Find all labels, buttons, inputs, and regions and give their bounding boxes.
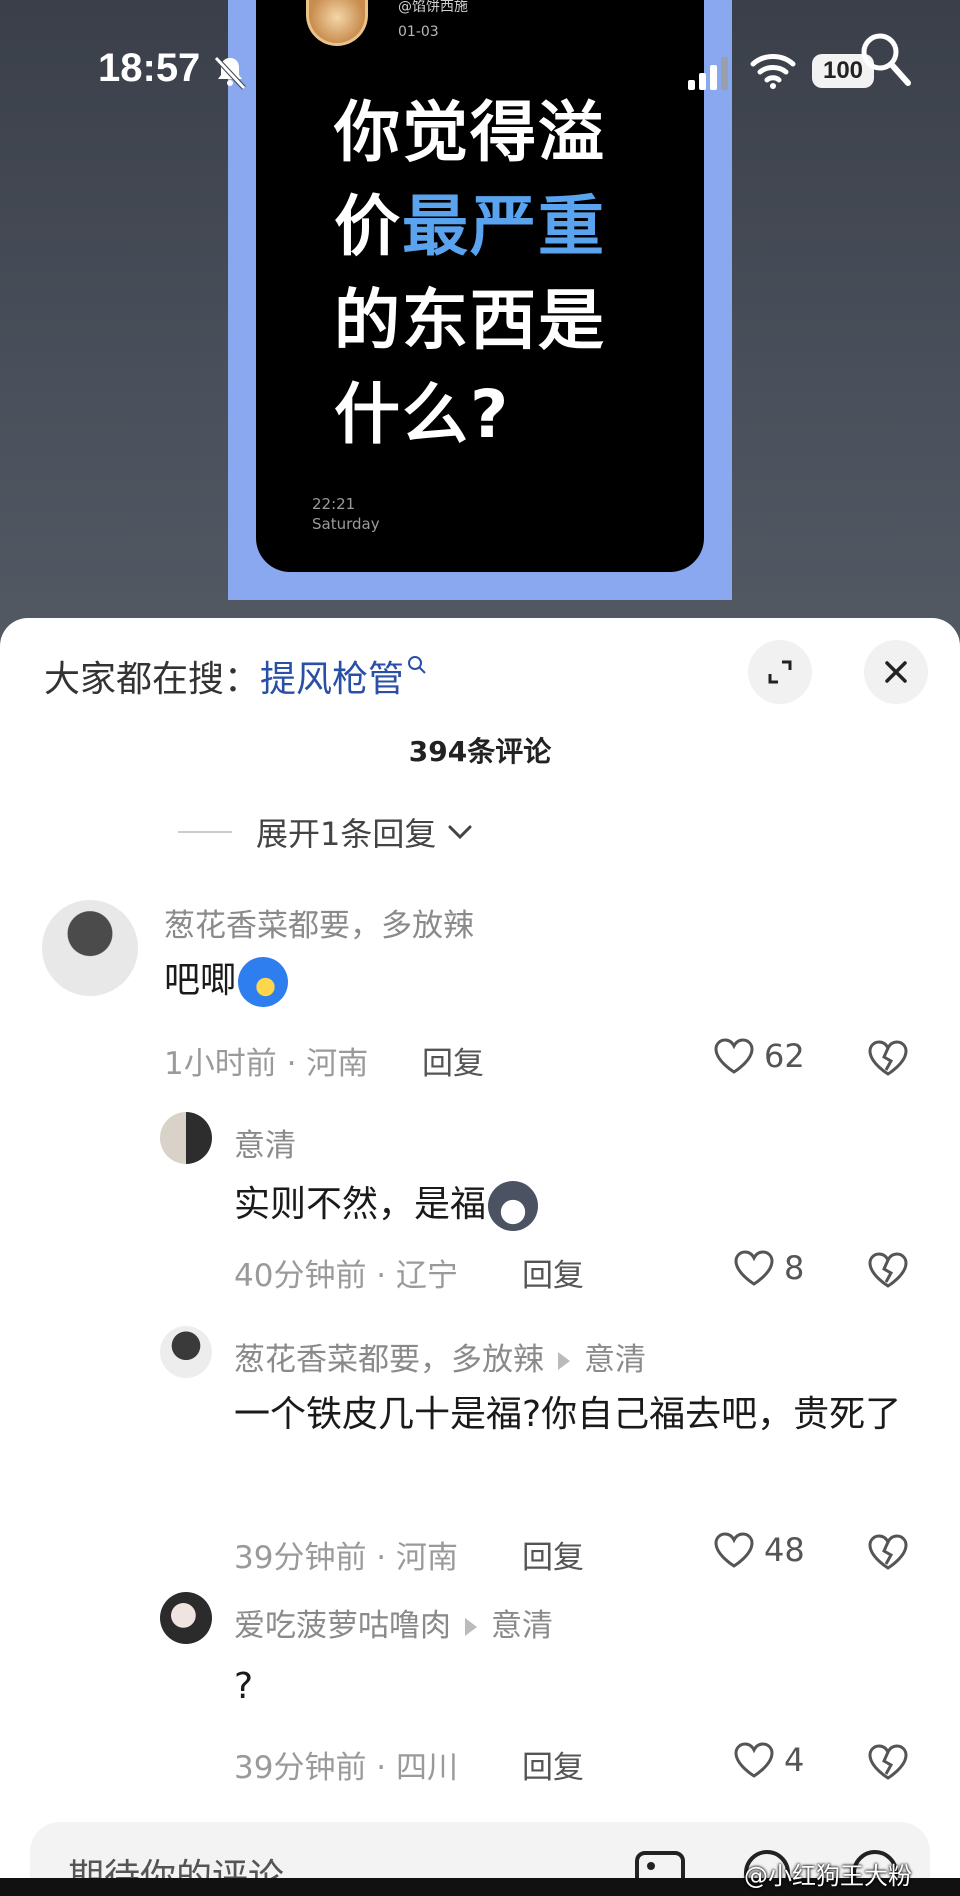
comment-text: ?	[234, 1666, 254, 1707]
comment-time: 39分钟前	[234, 1540, 367, 1576]
broken-heart-icon[interactable]	[866, 1742, 910, 1782]
chevron-down-icon	[448, 825, 472, 840]
comment-region: 河南	[306, 1046, 369, 1082]
like-button[interactable]: 4	[732, 1740, 804, 1780]
avatar[interactable]	[160, 1326, 212, 1378]
hot-search[interactable]: 大家都在搜：提风枪管	[44, 650, 428, 702]
status-time: 18:57	[98, 46, 201, 90]
comment-region: 四川	[396, 1750, 459, 1786]
like-count: 4	[784, 1741, 805, 1779]
close-button[interactable]	[864, 640, 928, 704]
divider	[178, 831, 232, 833]
avatar[interactable]	[160, 1592, 212, 1644]
expand-icon	[768, 660, 792, 684]
bell-muted-icon	[214, 56, 246, 90]
comment-text-body: 吧唧	[164, 960, 237, 1001]
comment-meta: 1小时前 · 河南	[164, 1046, 369, 1082]
poster-clock-time: 22:21	[312, 495, 356, 513]
comment-time: 1小时前	[164, 1046, 277, 1082]
reply-button[interactable]: 回复	[522, 1250, 584, 1295]
reply-arrow-icon	[558, 1351, 570, 1370]
expand-replies-button[interactable]: 展开1条回复	[178, 802, 474, 862]
comment-meta: 40分钟前 · 辽宁	[234, 1258, 459, 1294]
hot-search-term[interactable]: 提风枪管	[260, 659, 404, 700]
comment-author[interactable]: 爱吃菠萝咕噜肉	[234, 1608, 451, 1644]
wolf-emoji-icon	[488, 1181, 539, 1231]
poster-title-line-2-a: 价	[334, 188, 402, 265]
reply-item: 爱吃菠萝咕噜肉 意清 ? 39分钟前 · 四川 回复 4	[0, 1592, 960, 1792]
comment-time: 40分钟前	[234, 1258, 367, 1294]
reply-button[interactable]: 回复	[522, 1742, 584, 1787]
comment-count: 394条评论	[408, 735, 552, 768]
watermark: @小红狗王大粉	[744, 1862, 912, 1890]
poster-title-line-3: 的东西是	[334, 282, 606, 359]
blue-face-emoji-icon	[238, 957, 289, 1007]
hot-search-prefix: 大家都在搜：	[44, 659, 261, 700]
comment-author-line: 葱花香菜都要，多放辣 意清	[234, 1334, 646, 1379]
video-area[interactable]: @馅饼西施 01-03 你觉得溢 价最严重 的东西是 什么? 22:21 Sat…	[0, 0, 960, 640]
comment-author[interactable]: 意清	[234, 1120, 296, 1165]
expand-replies-label: 展开1条回复	[256, 815, 437, 853]
comment-author-line: 爱吃菠萝咕噜肉 意清	[234, 1600, 553, 1645]
reply-to-name[interactable]: 意清	[584, 1342, 646, 1378]
reply-arrow-icon	[465, 1617, 477, 1636]
comment-sheet: 大家都在搜：提风枪管 394条评论 展开1条回复 葱花香菜都要，多放辣 吧唧 1…	[0, 618, 960, 1896]
comment-region: 辽宁	[396, 1258, 459, 1294]
search-icon	[408, 656, 426, 674]
comment-author[interactable]: 葱花香菜都要，多放辣	[164, 900, 474, 945]
heart-icon	[714, 1038, 754, 1074]
poster-clock-day: Saturday	[312, 515, 380, 533]
heart-icon	[714, 1532, 754, 1568]
comment-region: 河南	[396, 1540, 459, 1576]
avatar[interactable]	[160, 1112, 212, 1164]
search-icon[interactable]	[856, 28, 912, 88]
comment-item: 葱花香菜都要，多放辣 吧唧 1小时前 · 河南 回复 62	[0, 900, 960, 1090]
comment-text: 实则不然，是福	[234, 1176, 539, 1234]
broken-heart-icon[interactable]	[866, 1038, 910, 1078]
poster-title-highlight: 最严重	[402, 188, 606, 265]
comment-author[interactable]: 葱花香菜都要，多放辣	[234, 1342, 544, 1378]
reply-item: 葱花香菜都要，多放辣 意清 一个铁皮几十是福?你自己福去吧，贵死了 39分钟前 ·…	[0, 1326, 960, 1586]
broken-heart-icon[interactable]	[866, 1532, 910, 1572]
heart-icon	[734, 1250, 774, 1286]
poster-clock: 22:21 Saturday	[312, 494, 380, 534]
heart-icon	[734, 1742, 774, 1778]
reply-to-name[interactable]: 意清	[491, 1608, 553, 1644]
comment-meta: 39分钟前 · 河南	[234, 1540, 459, 1576]
like-button[interactable]: 48	[712, 1530, 805, 1570]
status-bar: 18:57 100	[0, 0, 960, 140]
like-count: 8	[784, 1249, 805, 1287]
poster-title-line-2: 价最严重	[334, 180, 654, 274]
comment-time: 39分钟前	[234, 1750, 367, 1786]
reply-button[interactable]: 回复	[522, 1532, 584, 1577]
signal-icon	[688, 57, 728, 90]
comment-text-body: 实则不然，是福	[234, 1184, 487, 1225]
like-button[interactable]: 8	[732, 1248, 804, 1288]
close-icon	[885, 661, 907, 683]
comment-text: 一个铁皮几十是福?你自己福去吧，贵死了	[234, 1394, 902, 1435]
broken-heart-icon[interactable]	[866, 1250, 910, 1290]
comment-meta: 39分钟前 · 四川	[234, 1750, 459, 1786]
poster-title: 你觉得溢 价最严重 的东西是 什么?	[334, 86, 654, 462]
avatar[interactable]	[42, 900, 138, 996]
reply-item: 意清 实则不然，是福 40分钟前 · 辽宁 回复 8	[0, 1112, 960, 1302]
expand-button[interactable]	[748, 640, 812, 704]
wifi-icon	[750, 54, 796, 89]
like-button[interactable]: 62	[712, 1036, 805, 1076]
like-count: 48	[764, 1531, 805, 1569]
like-count: 62	[764, 1037, 805, 1075]
reply-button[interactable]: 回复	[422, 1038, 484, 1083]
poster-title-line-4: 什么?	[334, 376, 511, 453]
comment-text: 吧唧	[164, 952, 289, 1010]
